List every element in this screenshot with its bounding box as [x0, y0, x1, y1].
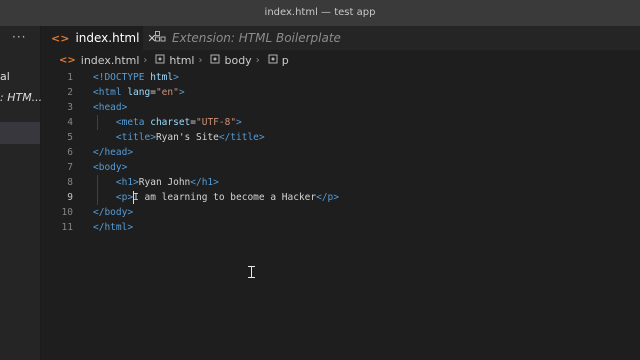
code-token: Ryan's Site: [155, 132, 219, 143]
html-file-icon: <>: [51, 31, 70, 45]
code-token: <p>: [115, 192, 134, 203]
more-actions-icon[interactable]: ···: [12, 30, 26, 44]
breadcrumb: <> index.html › html › body › p: [41, 50, 640, 70]
code-token: <body>: [93, 162, 128, 173]
chevron-right-icon: ›: [143, 54, 148, 66]
element-icon: [155, 54, 165, 67]
breadcrumb-item-html[interactable]: html: [169, 54, 194, 67]
code-token: <head>: [93, 102, 128, 113]
code-token: lang: [121, 87, 151, 98]
code-token: <title>: [115, 132, 156, 143]
line-number: 3: [67, 102, 73, 113]
code-line[interactable]: <html lang="en">: [93, 85, 185, 100]
code-editor[interactable]: 1 2 3 4 5 6 7 8 9 10 11 <!DOCTYPE html> <html lang=…: [41, 70, 640, 360]
mouse-cursor-icon: [248, 266, 256, 278]
tab-label: index.html: [75, 31, 140, 45]
code-line[interactable]: <p>I am learning to become a Hacker</p>: [93, 190, 339, 205]
code-token: <meta: [115, 117, 145, 128]
sidebar-item-fragment[interactable]: al: [0, 70, 10, 83]
sidebar: ··· al : HTM...: [0, 26, 42, 360]
code-line[interactable]: <!DOCTYPE html>: [93, 70, 179, 85]
line-number: 6: [67, 147, 73, 158]
code-token: Ryan John: [138, 177, 191, 188]
sidebar-item-extension[interactable]: : HTM...: [0, 91, 42, 104]
code-token: charset: [144, 117, 191, 128]
element-icon: [210, 54, 220, 67]
code-token: >: [236, 117, 242, 128]
code-token: >: [178, 87, 185, 98]
editor-tab-bar: <> index.html ✕ Extension: HTML Boilerpl…: [41, 26, 640, 50]
code-token: </title>: [218, 132, 265, 143]
tab-extension-html-boilerplate[interactable]: Extension: HTML Boilerplate: [145, 26, 395, 50]
tab-index-html[interactable]: <> index.html ✕: [41, 26, 157, 50]
code-token: <!DOCTYPE: [93, 72, 145, 83]
code-token: >: [173, 72, 179, 83]
line-number: 4: [67, 117, 73, 128]
line-number: 8: [67, 177, 73, 188]
extensions-icon: [155, 31, 166, 45]
code-token: <html: [93, 87, 122, 98]
code-token: </body>: [93, 207, 134, 218]
html-file-icon: <>: [59, 54, 76, 66]
code-line[interactable]: <body>: [93, 160, 127, 175]
title-bar: index.html — test app: [0, 0, 640, 26]
code-token: "UTF-8": [196, 117, 237, 128]
code-line[interactable]: </html>: [93, 220, 133, 235]
chevron-right-icon: ›: [198, 54, 203, 66]
code-line[interactable]: </head>: [93, 145, 133, 160]
code-token: <h1>: [115, 177, 139, 188]
code-token: </h1>: [190, 177, 219, 188]
line-number: 5: [67, 132, 73, 143]
code-line[interactable]: <meta charset="UTF-8">: [93, 115, 242, 130]
window-title: index.html — test app: [264, 7, 376, 18]
line-number: 9: [67, 192, 73, 203]
code-line[interactable]: <title>Ryan's Site</title>: [93, 130, 265, 145]
code-token: html: [144, 72, 174, 83]
code-token: I am learning to become a Hacker: [133, 192, 317, 203]
breadcrumb-item-body[interactable]: body: [224, 54, 251, 67]
code-line[interactable]: </body>: [93, 205, 133, 220]
text-cursor: [133, 191, 134, 204]
element-icon: [268, 54, 278, 67]
code-token: </html>: [93, 222, 134, 233]
line-number: 7: [67, 162, 73, 173]
code-token: "en": [155, 87, 179, 98]
breadcrumb-item-p[interactable]: p: [282, 54, 289, 67]
code-token: </head>: [93, 147, 134, 158]
tab-label: Extension: HTML Boilerplate: [172, 31, 341, 45]
line-number: 10: [61, 207, 73, 218]
code-line[interactable]: <h1>Ryan John</h1>: [93, 175, 219, 190]
code-token: </p>: [316, 192, 339, 203]
code-line[interactable]: <head>: [93, 100, 127, 115]
line-number: 11: [61, 222, 73, 233]
line-number: 1: [67, 72, 73, 83]
breadcrumb-file[interactable]: index.html: [81, 54, 140, 67]
sidebar-selected-item[interactable]: [0, 122, 40, 144]
line-number: 2: [67, 87, 73, 98]
chevron-right-icon: ›: [255, 54, 260, 66]
